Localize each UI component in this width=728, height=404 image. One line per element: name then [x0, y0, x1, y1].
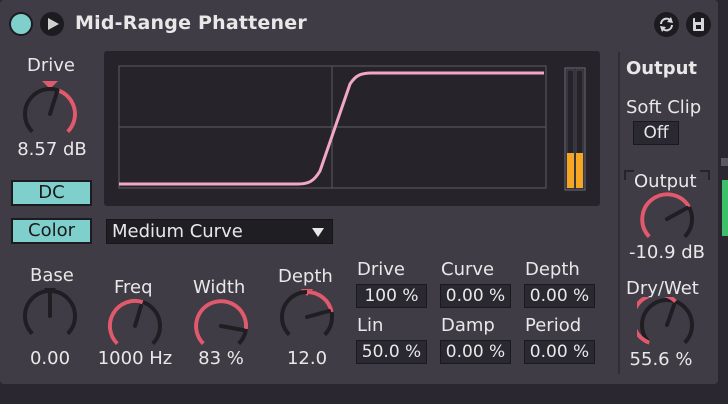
save-icon[interactable] [686, 12, 711, 37]
dc-button[interactable]: DC [11, 180, 92, 206]
depth-knob[interactable] [277, 287, 337, 347]
width-label: Width [193, 277, 246, 298]
output-bracket-tl [624, 170, 634, 180]
drive-label: Drive [27, 55, 75, 76]
device-power-icon[interactable] [9, 12, 33, 36]
output-value: -10.9 dB [628, 242, 706, 263]
base-label: Base [30, 265, 74, 286]
param-period-field[interactable]: 0.00 % [524, 340, 595, 364]
drywet-label: Dry/Wet [626, 278, 699, 299]
freq-value: 1000 Hz [97, 348, 173, 369]
device-title: Mid-Range Phattener [75, 12, 307, 34]
level-meter [564, 67, 586, 191]
depth-value: 12.0 [286, 348, 328, 369]
drive-knob[interactable] [20, 78, 80, 140]
param-damp-label: Damp [441, 315, 495, 336]
cycle-icon[interactable] [654, 12, 679, 37]
drive-value: 8.57 dB [17, 139, 87, 160]
drywet-value: 55.6 % [629, 349, 693, 370]
param-period-label: Period [525, 315, 582, 336]
freq-knob[interactable] [105, 298, 165, 350]
title-bar: Mid-Range Phattener [0, 0, 718, 48]
param-lin-label: Lin [357, 315, 384, 336]
chevron-down-icon [312, 228, 324, 237]
soft-clip-label: Soft Clip [626, 97, 702, 118]
output-knob[interactable] [637, 191, 697, 243]
base-knob[interactable] [20, 286, 80, 346]
base-value: 0.00 [29, 348, 71, 369]
edge-meter-cap [721, 158, 728, 166]
output-heading: Output [626, 58, 698, 79]
param-curve-field[interactable]: 0.00 % [440, 284, 511, 308]
curve-select[interactable]: Medium Curve [106, 219, 333, 244]
param-depth-label: Depth [525, 259, 580, 280]
transfer-curve-display [104, 51, 600, 206]
output-bracket-tr [700, 170, 710, 180]
param-curve-label: Curve [441, 259, 495, 280]
output-label: Output [634, 171, 697, 192]
transfer-curve-graph [118, 65, 586, 191]
drywet-knob[interactable] [637, 297, 697, 349]
freq-label: Freq [114, 277, 153, 298]
color-button[interactable]: Color [11, 218, 92, 244]
play-icon[interactable] [40, 12, 64, 36]
param-damp-field[interactable]: 0.00 % [440, 340, 511, 364]
section-divider [618, 52, 620, 374]
width-value: 83 % [198, 348, 244, 369]
curve-select-value: Medium Curve [112, 221, 243, 242]
edge-meter-bar [722, 180, 728, 236]
param-drive-label: Drive [357, 259, 405, 280]
param-drive-field[interactable]: 100 % [356, 284, 427, 308]
param-lin-field[interactable]: 50.0 % [356, 340, 427, 364]
width-knob[interactable] [191, 298, 251, 350]
param-depth-field[interactable]: 0.00 % [524, 284, 595, 308]
depth-label: Depth [278, 266, 333, 287]
soft-clip-toggle[interactable]: Off [633, 121, 679, 145]
